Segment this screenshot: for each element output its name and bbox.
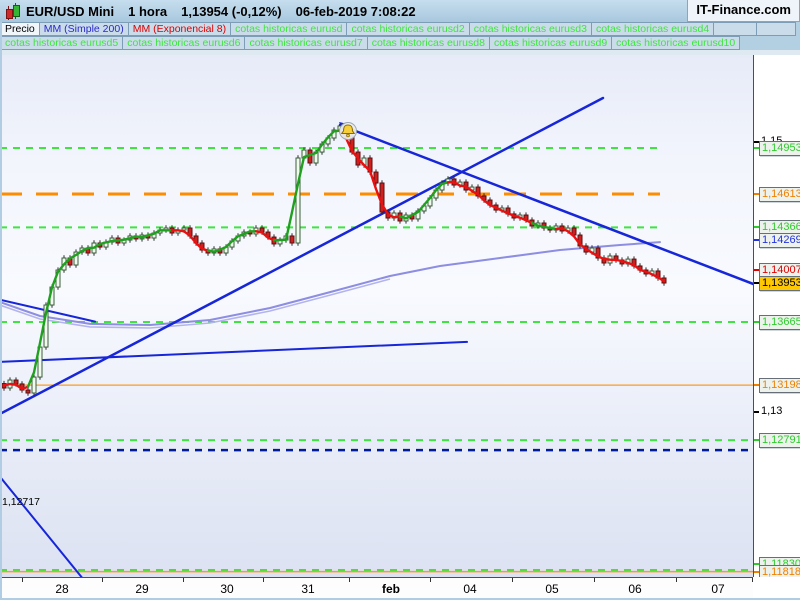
last-price-change: 1,13954 (-0,12%) [181, 3, 282, 19]
indicator-button[interactable]: cotas historicas eurusd3 [469, 22, 592, 36]
time-axis-label: 06 [628, 582, 642, 596]
time-axis-tick [102, 578, 103, 582]
ema-8-line [26, 229, 174, 388]
price-axis-label: 1,13198 [759, 378, 800, 394]
price-axis-label: 1,14953 [759, 141, 800, 156]
indicator-button[interactable]: MM (Exponencial 8) [128, 22, 232, 36]
timeframe-label: 1 hora [128, 3, 168, 19]
price-axis-label: 1,14269 [759, 233, 800, 249]
indicator-button[interactable]: cotas historicas eurusd9 [489, 36, 613, 50]
indicator-row-1: Precio MM (Simple 200) MM (Exponencial 8) c… [0, 22, 800, 36]
axis-corner [753, 577, 800, 598]
time-axis-tick [349, 578, 350, 582]
indicator-button[interactable]: cotas historicas eurusd7 [245, 36, 368, 50]
trendline[interactable] [0, 340, 468, 363]
indicator-button[interactable]: cotas historicas eurusd2 [347, 22, 470, 36]
price-axis-label: 1,14613 [759, 186, 800, 202]
time-axis-tick [512, 578, 513, 582]
price-level-inline-label: 1,12717 [2, 496, 40, 508]
time-axis-label: 07 [711, 582, 725, 596]
indicator-button[interactable]: cotas historicas eurusd8 [367, 36, 490, 50]
sma-200-line [0, 241, 661, 326]
chart-window: EUR/USD Mini 1 hora 1,13954 (-0,12%) 06-… [0, 0, 800, 600]
time-axis-label: 29 [135, 582, 149, 596]
time-axis-tick [263, 578, 264, 582]
time-axis-tick [676, 578, 677, 582]
trendline[interactable] [338, 123, 753, 286]
current-price-label: 1,13953 [759, 276, 800, 292]
candle-bull [181, 227, 187, 231]
price-axis-label: 1,13665 [759, 315, 800, 331]
ema-8-line [254, 230, 276, 242]
brand-label: IT-Finance.com [687, 0, 800, 22]
time-axis-tick [22, 578, 23, 582]
window-frame-left [0, 22, 2, 598]
indicator-button[interactable]: cotas historicas eurusd5 [0, 36, 124, 50]
indicator-row-2: cotas historicas eurusd5 cotas historicas… [0, 36, 800, 50]
time-axis-tick [430, 578, 431, 582]
indicator-button[interactable]: cotas historicas eurusd6 [123, 36, 246, 50]
indicator-button[interactable]: MM (Simple 200) [39, 22, 129, 36]
time-axis-label: 04 [463, 582, 477, 596]
time-axis[interactable]: 28 29 30 31 feb 04 05 06 07 [0, 577, 753, 599]
indicator-button[interactable]: Precio [0, 22, 40, 36]
candle-bull [295, 157, 301, 244]
indicator-button[interactable]: cotas historicas eurusd10 [612, 36, 741, 50]
price-axis[interactable]: 1,151,131,149531,146131,143661,142691,14… [754, 55, 800, 580]
time-axis-tick [594, 578, 595, 582]
quote-datetime: 06-feb-2019 7:08:22 [295, 3, 416, 19]
time-axis-tick [183, 578, 184, 582]
time-axis-label: 30 [220, 582, 234, 596]
symbol-name: EUR/USD Mini [26, 3, 115, 19]
time-axis-label: 31 [301, 582, 315, 596]
price-axis-label: 1,12791 [759, 433, 800, 449]
chart-plot-area[interactable]: 1,12717 ©IT-Finance.com [0, 55, 754, 577]
indicator-button[interactable]: cotas historicas eurusd [231, 22, 348, 36]
indicator-button-empty[interactable] [714, 22, 758, 36]
time-axis-label: feb [382, 582, 400, 596]
indicator-button-empty[interactable] [757, 22, 797, 36]
title-bar: EUR/USD Mini 1 hora 1,13954 (-0,12%) 06-… [0, 0, 800, 23]
candle-bear [289, 235, 295, 244]
price-axis-label: 1,13 [761, 404, 783, 417]
indicator-button[interactable]: cotas historicas eurusd4 [591, 22, 715, 36]
bell-clapper [346, 133, 350, 138]
time-axis-label: 28 [55, 582, 69, 596]
candlestick-icon [4, 3, 20, 20]
trendline[interactable] [0, 475, 100, 577]
time-axis-label: 05 [545, 582, 559, 596]
chart-canvas[interactable] [0, 55, 753, 577]
candle-bull [31, 376, 37, 394]
candle-bear [25, 389, 31, 394]
